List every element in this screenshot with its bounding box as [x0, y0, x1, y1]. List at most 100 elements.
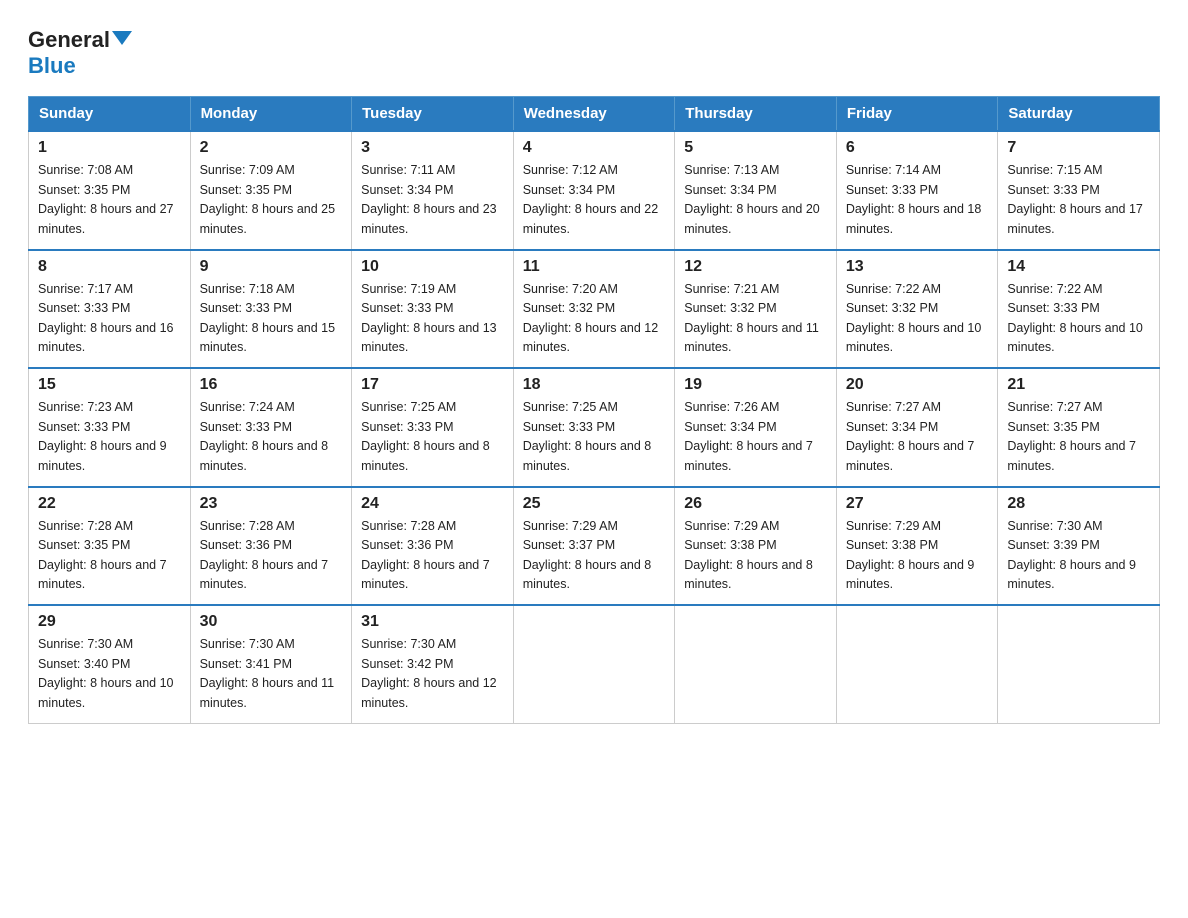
day-number: 2	[200, 139, 343, 157]
day-info: Sunrise: 7:28 AMSunset: 3:35 PMDaylight:…	[38, 517, 181, 595]
day-number: 22	[38, 495, 181, 513]
day-number: 25	[523, 495, 666, 513]
col-saturday: Saturday	[998, 97, 1160, 132]
day-info: Sunrise: 7:29 AMSunset: 3:37 PMDaylight:…	[523, 517, 666, 595]
calendar-header-row: Sunday Monday Tuesday Wednesday Thursday…	[29, 97, 1160, 132]
day-info: Sunrise: 7:25 AMSunset: 3:33 PMDaylight:…	[361, 398, 504, 476]
calendar-cell: 5 Sunrise: 7:13 AMSunset: 3:34 PMDayligh…	[675, 131, 837, 250]
calendar-cell: 7 Sunrise: 7:15 AMSunset: 3:33 PMDayligh…	[998, 131, 1160, 250]
calendar-cell: 23 Sunrise: 7:28 AMSunset: 3:36 PMDaylig…	[190, 487, 352, 606]
day-info: Sunrise: 7:12 AMSunset: 3:34 PMDaylight:…	[523, 161, 666, 239]
calendar-week-row-4: 22 Sunrise: 7:28 AMSunset: 3:35 PMDaylig…	[29, 487, 1160, 606]
col-wednesday: Wednesday	[513, 97, 675, 132]
day-info: Sunrise: 7:21 AMSunset: 3:32 PMDaylight:…	[684, 280, 827, 358]
col-tuesday: Tuesday	[352, 97, 514, 132]
logo: General Blue	[28, 28, 132, 78]
calendar-week-row-5: 29 Sunrise: 7:30 AMSunset: 3:40 PMDaylig…	[29, 605, 1160, 723]
calendar-cell: 28 Sunrise: 7:30 AMSunset: 3:39 PMDaylig…	[998, 487, 1160, 606]
calendar-cell: 14 Sunrise: 7:22 AMSunset: 3:33 PMDaylig…	[998, 250, 1160, 369]
day-number: 12	[684, 258, 827, 276]
day-info: Sunrise: 7:17 AMSunset: 3:33 PMDaylight:…	[38, 280, 181, 358]
day-number: 13	[846, 258, 989, 276]
day-info: Sunrise: 7:20 AMSunset: 3:32 PMDaylight:…	[523, 280, 666, 358]
logo-arrow-icon	[112, 31, 132, 45]
calendar-cell: 27 Sunrise: 7:29 AMSunset: 3:38 PMDaylig…	[836, 487, 998, 606]
logo-text-general: General	[28, 28, 110, 52]
calendar-cell: 2 Sunrise: 7:09 AMSunset: 3:35 PMDayligh…	[190, 131, 352, 250]
calendar-cell	[513, 605, 675, 723]
day-info: Sunrise: 7:11 AMSunset: 3:34 PMDaylight:…	[361, 161, 504, 239]
day-number: 10	[361, 258, 504, 276]
page-header: General Blue	[28, 24, 1160, 78]
day-number: 3	[361, 139, 504, 157]
calendar-week-row-1: 1 Sunrise: 7:08 AMSunset: 3:35 PMDayligh…	[29, 131, 1160, 250]
calendar-cell: 25 Sunrise: 7:29 AMSunset: 3:37 PMDaylig…	[513, 487, 675, 606]
day-info: Sunrise: 7:19 AMSunset: 3:33 PMDaylight:…	[361, 280, 504, 358]
day-info: Sunrise: 7:30 AMSunset: 3:41 PMDaylight:…	[200, 635, 343, 713]
day-info: Sunrise: 7:13 AMSunset: 3:34 PMDaylight:…	[684, 161, 827, 239]
calendar-cell: 26 Sunrise: 7:29 AMSunset: 3:38 PMDaylig…	[675, 487, 837, 606]
day-info: Sunrise: 7:26 AMSunset: 3:34 PMDaylight:…	[684, 398, 827, 476]
day-info: Sunrise: 7:30 AMSunset: 3:39 PMDaylight:…	[1007, 517, 1150, 595]
day-info: Sunrise: 7:27 AMSunset: 3:34 PMDaylight:…	[846, 398, 989, 476]
calendar-week-row-3: 15 Sunrise: 7:23 AMSunset: 3:33 PMDaylig…	[29, 368, 1160, 487]
day-number: 18	[523, 376, 666, 394]
calendar-cell	[836, 605, 998, 723]
day-number: 5	[684, 139, 827, 157]
day-number: 4	[523, 139, 666, 157]
calendar-cell	[675, 605, 837, 723]
calendar-cell: 13 Sunrise: 7:22 AMSunset: 3:32 PMDaylig…	[836, 250, 998, 369]
col-friday: Friday	[836, 97, 998, 132]
day-number: 21	[1007, 376, 1150, 394]
day-number: 20	[846, 376, 989, 394]
logo-text-blue: Blue	[28, 54, 76, 78]
calendar-cell	[998, 605, 1160, 723]
day-number: 28	[1007, 495, 1150, 513]
calendar-week-row-2: 8 Sunrise: 7:17 AMSunset: 3:33 PMDayligh…	[29, 250, 1160, 369]
day-number: 6	[846, 139, 989, 157]
day-info: Sunrise: 7:09 AMSunset: 3:35 PMDaylight:…	[200, 161, 343, 239]
col-monday: Monday	[190, 97, 352, 132]
col-sunday: Sunday	[29, 97, 191, 132]
calendar-cell: 17 Sunrise: 7:25 AMSunset: 3:33 PMDaylig…	[352, 368, 514, 487]
col-thursday: Thursday	[675, 97, 837, 132]
day-number: 7	[1007, 139, 1150, 157]
day-info: Sunrise: 7:18 AMSunset: 3:33 PMDaylight:…	[200, 280, 343, 358]
day-info: Sunrise: 7:29 AMSunset: 3:38 PMDaylight:…	[684, 517, 827, 595]
day-info: Sunrise: 7:29 AMSunset: 3:38 PMDaylight:…	[846, 517, 989, 595]
day-info: Sunrise: 7:27 AMSunset: 3:35 PMDaylight:…	[1007, 398, 1150, 476]
calendar-cell: 21 Sunrise: 7:27 AMSunset: 3:35 PMDaylig…	[998, 368, 1160, 487]
day-number: 29	[38, 613, 181, 631]
day-number: 14	[1007, 258, 1150, 276]
day-info: Sunrise: 7:30 AMSunset: 3:40 PMDaylight:…	[38, 635, 181, 713]
day-number: 31	[361, 613, 504, 631]
calendar-cell: 11 Sunrise: 7:20 AMSunset: 3:32 PMDaylig…	[513, 250, 675, 369]
calendar-cell: 22 Sunrise: 7:28 AMSunset: 3:35 PMDaylig…	[29, 487, 191, 606]
calendar-cell: 12 Sunrise: 7:21 AMSunset: 3:32 PMDaylig…	[675, 250, 837, 369]
day-number: 27	[846, 495, 989, 513]
calendar-cell: 1 Sunrise: 7:08 AMSunset: 3:35 PMDayligh…	[29, 131, 191, 250]
calendar-cell: 10 Sunrise: 7:19 AMSunset: 3:33 PMDaylig…	[352, 250, 514, 369]
calendar-cell: 19 Sunrise: 7:26 AMSunset: 3:34 PMDaylig…	[675, 368, 837, 487]
day-number: 9	[200, 258, 343, 276]
day-number: 26	[684, 495, 827, 513]
day-number: 19	[684, 376, 827, 394]
day-info: Sunrise: 7:22 AMSunset: 3:32 PMDaylight:…	[846, 280, 989, 358]
day-number: 8	[38, 258, 181, 276]
day-info: Sunrise: 7:28 AMSunset: 3:36 PMDaylight:…	[361, 517, 504, 595]
day-info: Sunrise: 7:22 AMSunset: 3:33 PMDaylight:…	[1007, 280, 1150, 358]
calendar-cell: 9 Sunrise: 7:18 AMSunset: 3:33 PMDayligh…	[190, 250, 352, 369]
day-number: 23	[200, 495, 343, 513]
day-number: 15	[38, 376, 181, 394]
day-info: Sunrise: 7:28 AMSunset: 3:36 PMDaylight:…	[200, 517, 343, 595]
calendar-cell: 20 Sunrise: 7:27 AMSunset: 3:34 PMDaylig…	[836, 368, 998, 487]
day-info: Sunrise: 7:08 AMSunset: 3:35 PMDaylight:…	[38, 161, 181, 239]
calendar-cell: 16 Sunrise: 7:24 AMSunset: 3:33 PMDaylig…	[190, 368, 352, 487]
day-number: 17	[361, 376, 504, 394]
day-info: Sunrise: 7:23 AMSunset: 3:33 PMDaylight:…	[38, 398, 181, 476]
day-info: Sunrise: 7:30 AMSunset: 3:42 PMDaylight:…	[361, 635, 504, 713]
day-info: Sunrise: 7:25 AMSunset: 3:33 PMDaylight:…	[523, 398, 666, 476]
day-number: 1	[38, 139, 181, 157]
day-info: Sunrise: 7:15 AMSunset: 3:33 PMDaylight:…	[1007, 161, 1150, 239]
calendar-cell: 8 Sunrise: 7:17 AMSunset: 3:33 PMDayligh…	[29, 250, 191, 369]
